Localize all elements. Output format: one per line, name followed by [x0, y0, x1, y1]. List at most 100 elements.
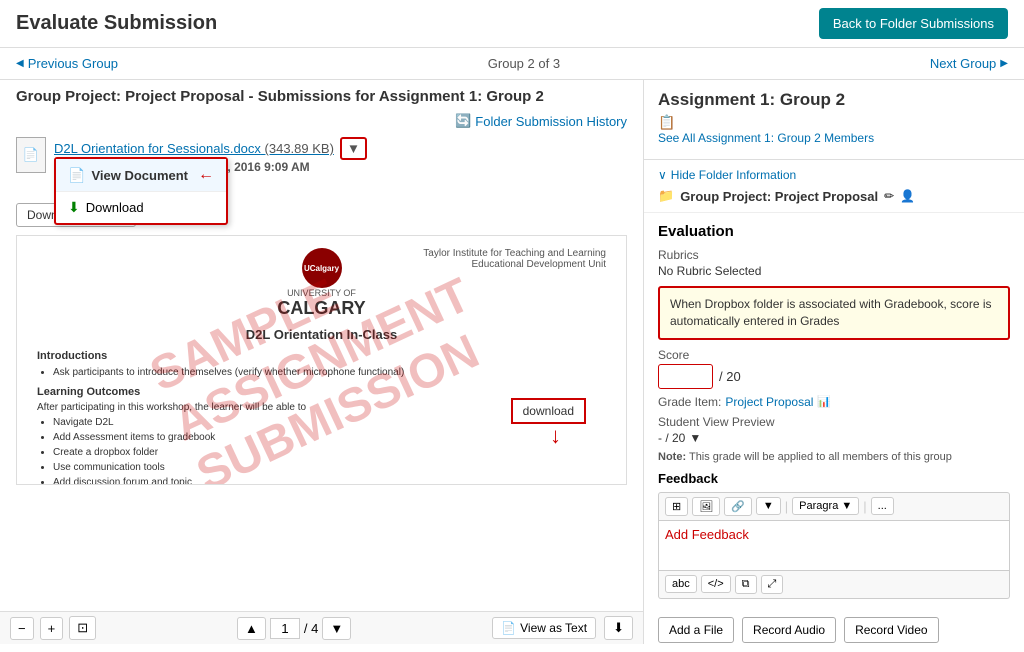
- copy-button[interactable]: ⧉: [735, 575, 757, 594]
- more-options-button[interactable]: ...: [871, 497, 894, 515]
- submission-title: Group Project: Project Proposal - Submis…: [16, 88, 627, 105]
- document-preview: Taylor Institute for Teaching and Learni…: [16, 235, 627, 485]
- record-video-button[interactable]: Record Video: [844, 617, 939, 643]
- right-panel: Assignment 1: Group 2 📋 See All Assignme…: [644, 80, 1024, 644]
- insert-link-button[interactable]: 🔗: [724, 497, 752, 516]
- download-file-button[interactable]: ⬇: [604, 616, 633, 640]
- view-document-icon: 📄: [68, 167, 85, 184]
- university-logo: UCalgary: [302, 248, 342, 288]
- folder-history-link[interactable]: 🔄 Folder Submission History: [455, 113, 627, 129]
- link-dropdown-button[interactable]: ▼: [756, 497, 781, 515]
- file-icon: 📄: [16, 137, 46, 173]
- insert-table-button[interactable]: ⊞: [665, 497, 688, 516]
- see-all-members-link[interactable]: See All Assignment 1: Group 2 Members: [658, 131, 1010, 145]
- toolbar-separator-2: |: [863, 499, 866, 514]
- edit-icon[interactable]: ✏: [884, 189, 894, 203]
- view-document-item[interactable]: 📄 View Document ←: [56, 159, 226, 192]
- add-file-button[interactable]: Add a File: [658, 617, 734, 643]
- page-title: Evaluate Submission: [16, 12, 217, 35]
- folder-info-row: 📁 Group Project: Project Proposal ✏ 👤: [658, 188, 1010, 204]
- submission-content: Group Project: Project Proposal - Submis…: [0, 80, 643, 611]
- back-to-folder-button[interactable]: Back to Folder Submissions: [819, 8, 1008, 39]
- zoom-out-button[interactable]: −: [10, 617, 34, 640]
- score-row: / 20: [658, 364, 1010, 389]
- feedback-label: Feedback: [658, 471, 1010, 486]
- outcome-item: Create a dropbox folder: [53, 445, 606, 460]
- download-icon: ⬇: [68, 199, 80, 216]
- group-info: Group 2 of 3: [488, 56, 560, 71]
- prev-page-button[interactable]: ▲: [237, 617, 266, 640]
- download-arrow-icon: ↓: [550, 423, 561, 449]
- document-bottom-bar: − + ⊡ ▲ / 4 ▼ 📄 View as Text ⬇: [0, 611, 643, 644]
- grade-bar-icon: 📊: [817, 395, 831, 408]
- student-view-dropdown-icon[interactable]: ▼: [689, 431, 701, 445]
- feedback-bottom-toolbar: abc </> ⧉ ⤢: [658, 571, 1010, 599]
- submission-header: 🔄 Folder Submission History: [16, 113, 627, 129]
- text-view-icon: 📄: [501, 621, 516, 635]
- score-input[interactable]: [658, 364, 713, 389]
- file-row: 📄 D2L Orientation for Sessionals.docx (3…: [16, 137, 627, 195]
- next-page-button[interactable]: ▼: [322, 617, 351, 640]
- folder-name: Group Project: Project Proposal: [680, 189, 878, 204]
- left-panel: Group Project: Project Proposal - Submis…: [0, 80, 644, 644]
- document-icon: 📄: [23, 147, 39, 163]
- spellcheck-button[interactable]: abc: [665, 575, 697, 593]
- download-item[interactable]: ⬇ Download: [56, 192, 226, 223]
- right-panel-header: Assignment 1: Group 2 📋 See All Assignme…: [644, 80, 1024, 160]
- score-max: / 20: [719, 369, 741, 384]
- arrow-right-icon: ←: [198, 166, 214, 184]
- zoom-controls: − + ⊡: [10, 616, 96, 640]
- main-content: Group Project: Project Proposal - Submis…: [0, 80, 1024, 644]
- grade-item-link[interactable]: Project Proposal: [725, 395, 813, 409]
- page-navigation: ▲ / 4 ▼: [237, 617, 351, 640]
- previous-group-button[interactable]: Previous Group: [16, 56, 118, 71]
- doc-title: D2L Orientation In-Class: [246, 327, 397, 342]
- file-dropdown-button[interactable]: ▼: [340, 137, 367, 160]
- bottom-right-controls: 📄 View as Text ⬇: [492, 616, 633, 640]
- refresh-icon: 🔄: [455, 113, 471, 129]
- file-dropdown-menu: 📄 View Document ← ⬇ Download: [54, 157, 228, 225]
- assignment-title: Assignment 1: Group 2: [658, 90, 1010, 110]
- hide-folder-toggle[interactable]: ∨ Hide Folder Information: [658, 168, 1010, 182]
- grade-item-label: Grade Item:: [658, 395, 721, 409]
- paragraph-style-button[interactable]: Paragra ▼: [792, 497, 859, 515]
- file-buttons-row: Add a File Record Audio Record Video: [644, 609, 1024, 644]
- evaluation-title: Evaluation: [658, 223, 1010, 240]
- file-name-link[interactable]: D2L Orientation for Sessionals.docx (343…: [54, 141, 334, 156]
- folder-info-section: ∨ Hide Folder Information 📁 Group Projec…: [644, 160, 1024, 213]
- record-audio-button[interactable]: Record Audio: [742, 617, 836, 643]
- code-view-button[interactable]: </>: [701, 575, 731, 593]
- page-number-input[interactable]: [270, 618, 300, 639]
- folder-icon: 📁: [658, 188, 674, 204]
- insert-image-button[interactable]: 🖼: [692, 497, 720, 516]
- download-annotation-box: download: [511, 398, 586, 424]
- score-label: Score: [658, 348, 1010, 362]
- zoom-in-button[interactable]: +: [40, 617, 64, 640]
- student-view-value: - / 20 ▼: [658, 431, 1010, 445]
- university-logo-section: UCalgary UNIVERSITY OF CALGARY: [277, 248, 365, 319]
- chevron-down-icon: ∨: [658, 168, 667, 182]
- outcome-item: Use communication tools: [53, 460, 606, 475]
- fit-page-button[interactable]: ⊡: [69, 616, 96, 640]
- page-header: Evaluate Submission Back to Folder Submi…: [0, 0, 1024, 48]
- next-group-top-button[interactable]: Next Group: [930, 56, 1008, 71]
- rubrics-row: Rubrics No Rubric Selected: [658, 248, 1010, 278]
- view-as-text-button[interactable]: 📄 View as Text: [492, 617, 596, 639]
- feedback-text-area[interactable]: Add Feedback: [658, 521, 1010, 571]
- student-view-row: Student View Preview - / 20 ▼: [658, 415, 1010, 445]
- add-feedback-link[interactable]: Add Feedback: [665, 527, 749, 542]
- doc-right-header: Taylor Institute for Teaching and Learni…: [423, 248, 606, 270]
- assignment-icon: 📋: [658, 114, 675, 130]
- outcome-item: Add Assessment items to gradebook: [53, 430, 606, 445]
- page-total: / 4: [304, 621, 318, 636]
- user-icon: 👤: [900, 189, 915, 203]
- toolbar-separator: |: [785, 499, 788, 514]
- group-navigation-bar: Previous Group Group 2 of 3 Next Group: [0, 48, 1024, 80]
- feedback-toolbar: ⊞ 🖼 🔗 ▼ | Paragra ▼ | ...: [658, 492, 1010, 521]
- expand-button[interactable]: ⤢: [761, 575, 784, 594]
- outcome-item: Add discussion forum and topic: [53, 475, 606, 485]
- evaluation-section: Evaluation Rubrics No Rubric Selected Wh…: [644, 213, 1024, 609]
- gradebook-tooltip: When Dropbox folder is associated with G…: [658, 286, 1010, 340]
- note-row: Note: This grade will be applied to all …: [658, 451, 1010, 463]
- grade-item-row: Grade Item: Project Proposal 📊: [658, 395, 1010, 409]
